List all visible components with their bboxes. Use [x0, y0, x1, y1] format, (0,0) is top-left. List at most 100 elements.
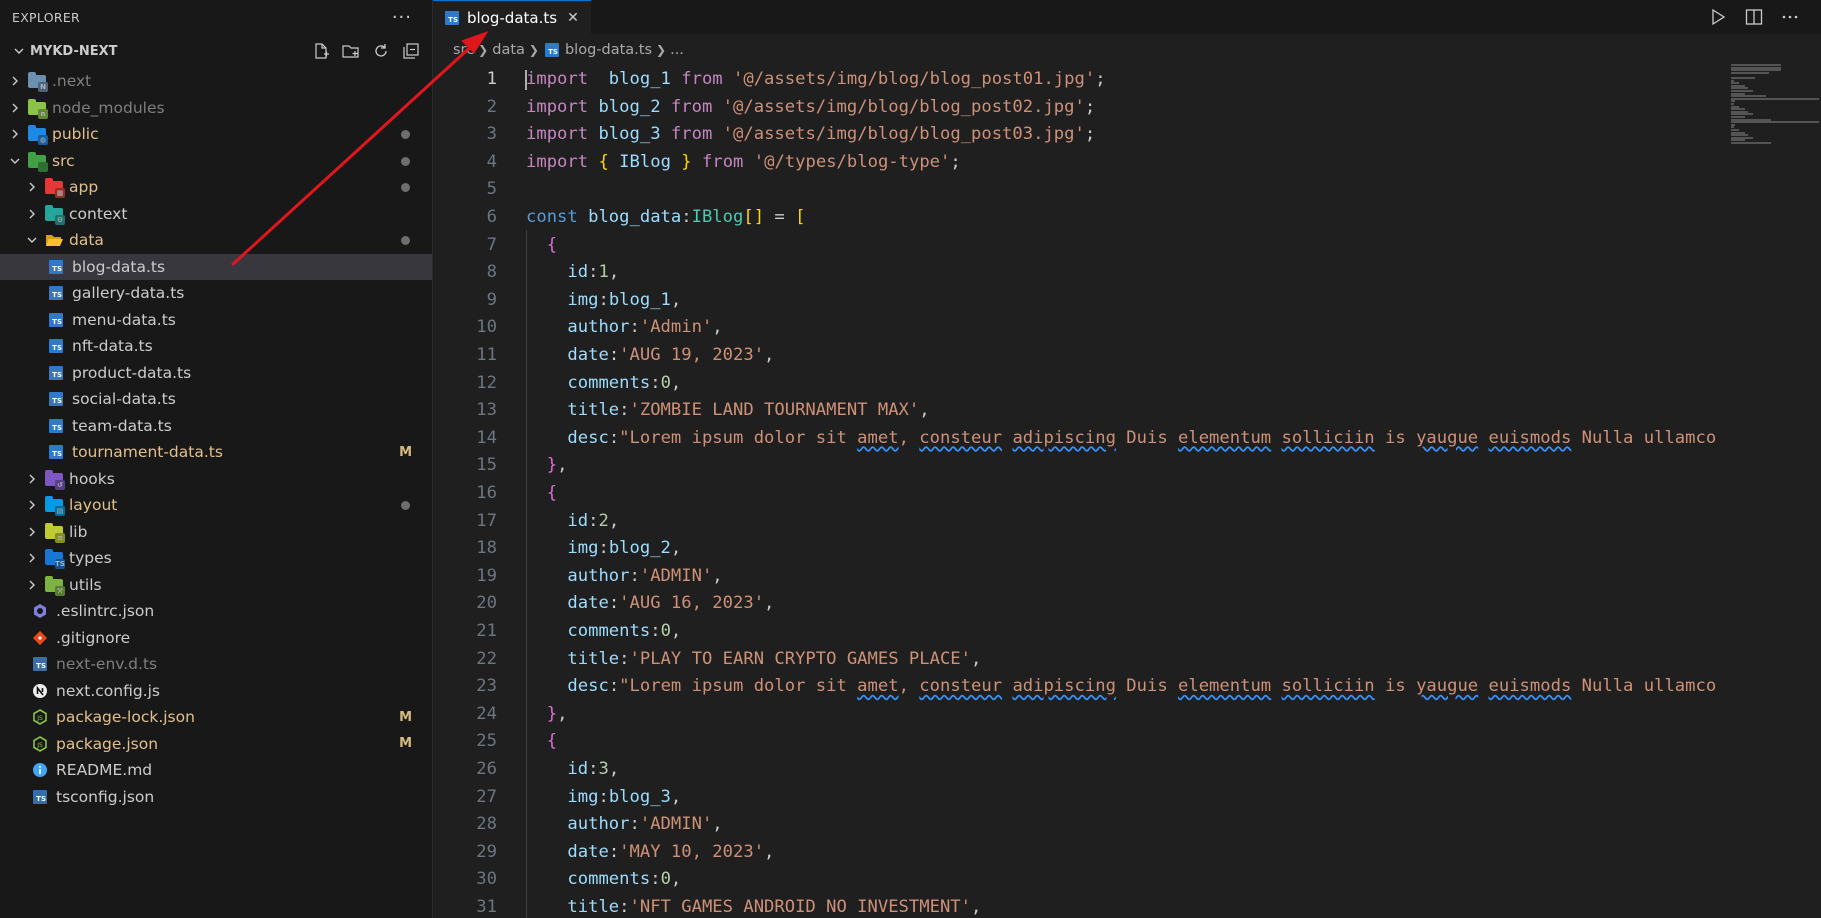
- breadcrumb-file[interactable]: blog-data.ts: [565, 42, 652, 58]
- chevron-right-icon: [8, 127, 22, 141]
- close-icon[interactable]: ✕: [567, 10, 579, 26]
- code-line[interactable]: desc:"Lorem ipsum dolor sit amet, conste…: [526, 673, 1718, 701]
- tree-item-label: tsconfig.json: [56, 787, 155, 806]
- file-product-data-ts[interactable]: TS product-data.ts: [0, 360, 432, 387]
- code-line[interactable]: },: [526, 701, 568, 729]
- typescript-file-icon: TS: [48, 391, 64, 407]
- code-editor[interactable]: 1 import blog_1 from '@/assets/img/blog/b…: [433, 64, 1718, 918]
- tree-item-label: nft-data.ts: [72, 337, 153, 356]
- modified-dot: [401, 130, 410, 139]
- explorer-title: EXPLORER: [12, 9, 81, 25]
- code-line[interactable]: author:'ADMIN',: [526, 563, 722, 591]
- folder-public[interactable]: ◍ public: [0, 121, 432, 148]
- line-number: 17: [476, 510, 497, 531]
- more-actions-icon[interactable]: [1781, 8, 1799, 26]
- file-readme-md[interactable]: README.md: [0, 757, 432, 784]
- file-next-env-d-ts[interactable]: TS next-env.d.ts: [0, 651, 432, 678]
- collapse-all-icon[interactable]: [402, 42, 420, 60]
- folder-layout[interactable]: ▤ layout: [0, 492, 432, 519]
- breadcrumb-src[interactable]: src: [453, 42, 474, 58]
- file-social-data-ts[interactable]: TS social-data.ts: [0, 386, 432, 413]
- split-editor-icon[interactable]: [1745, 8, 1763, 26]
- code-line[interactable]: id:1,: [526, 259, 619, 287]
- line-number: 24: [476, 703, 497, 724]
- file-tsconfig-json[interactable]: TS tsconfig.json: [0, 784, 432, 811]
- line-number: 7: [486, 234, 497, 255]
- more-actions-icon[interactable]: ···: [392, 7, 412, 28]
- typescript-file-icon: TS: [48, 418, 64, 434]
- file-nft-data-ts[interactable]: TS nft-data.ts: [0, 333, 432, 360]
- code-line[interactable]: title:'ZOMBIE LAND TOURNAMENT MAX',: [526, 397, 929, 425]
- tree-item-label: tournament-data.ts: [72, 443, 223, 462]
- code-line[interactable]: import blog_2 from '@/assets/img/blog/bl…: [526, 94, 1095, 122]
- folder-icon: ≡: [45, 522, 65, 543]
- run-icon[interactable]: [1709, 8, 1727, 26]
- new-file-icon[interactable]: [312, 42, 330, 60]
- refresh-icon[interactable]: [372, 42, 390, 60]
- folder-src[interactable]: src: [0, 148, 432, 175]
- file-tournament-data-ts[interactable]: TS tournament-data.ts M: [0, 439, 432, 466]
- chevron-right-icon: [25, 498, 39, 512]
- tree-item-label: types: [69, 549, 112, 568]
- code-line[interactable]: desc:"Lorem ipsum dolor sit amet, conste…: [526, 425, 1718, 453]
- folder-types[interactable]: TS types: [0, 545, 432, 572]
- minimap[interactable]: [1721, 64, 1821, 918]
- code-line[interactable]: img:blog_1,: [526, 287, 681, 315]
- file-menu-data-ts[interactable]: TS menu-data.ts: [0, 307, 432, 334]
- code-line[interactable]: import { IBlog } from '@/types/blog-type…: [526, 149, 961, 177]
- tree-item-label: .gitignore: [56, 628, 131, 647]
- line-number: 16: [476, 483, 497, 503]
- breadcrumb-ellipsis[interactable]: ...: [670, 42, 684, 58]
- folder-data[interactable]: data: [0, 227, 432, 254]
- file-blog-data-ts[interactable]: TS blog-data.ts: [0, 253, 432, 280]
- folder-hooks[interactable]: ↺ hooks: [0, 466, 432, 493]
- file-package-json[interactable]: JS package.json M: [0, 731, 432, 758]
- folder-app[interactable]: ▦ app: [0, 174, 432, 201]
- code-line[interactable]: {: [526, 728, 557, 756]
- code-line[interactable]: import blog_1 from '@/assets/img/blog/bl…: [526, 66, 1106, 94]
- folder-node-modules[interactable]: n node_modules: [0, 95, 432, 122]
- code-line[interactable]: id:2,: [526, 508, 619, 536]
- code-line[interactable]: date:'MAY 10, 2023',: [526, 839, 774, 867]
- code-line[interactable]: img:blog_3,: [526, 784, 681, 812]
- code-line[interactable]: img:blog_2,: [526, 535, 681, 563]
- project-root[interactable]: MYKD-NEXT: [0, 34, 432, 68]
- file-package-lock-json[interactable]: JS package-lock.json M: [0, 704, 432, 731]
- file-next-config-js[interactable]: next.config.js: [0, 678, 432, 705]
- folder-next[interactable]: N .next: [0, 68, 432, 95]
- code-line[interactable]: comments:0,: [526, 618, 681, 646]
- breadcrumb-data[interactable]: data: [492, 42, 525, 58]
- code-line[interactable]: comments:0,: [526, 370, 681, 398]
- code-line[interactable]: author:'ADMIN',: [526, 811, 722, 839]
- folder-utils[interactable]: ⚒ utils: [0, 572, 432, 599]
- tree-item-label: context: [69, 204, 128, 223]
- line-number: 10: [476, 317, 497, 338]
- chevron-right-icon: ❯: [478, 43, 489, 57]
- code-line[interactable]: {: [526, 232, 557, 260]
- tree-item-label: menu-data.ts: [72, 310, 176, 329]
- line-number: 21: [476, 621, 497, 641]
- code-line[interactable]: import blog_3 from '@/assets/img/blog/bl…: [526, 121, 1095, 149]
- tab-blog-data[interactable]: TS blog-data.ts ✕: [433, 0, 591, 34]
- code-line[interactable]: const blog_data:IBlog[] = [: [526, 204, 805, 232]
- new-folder-icon[interactable]: [342, 42, 360, 60]
- code-line[interactable]: id:3,: [526, 756, 619, 784]
- tree-item-label: README.md: [56, 761, 153, 780]
- folder-lib[interactable]: ≡ lib: [0, 519, 432, 546]
- folder-context[interactable]: ⚙ context: [0, 201, 432, 228]
- file-eslintrc-json[interactable]: .eslintrc.json: [0, 598, 432, 625]
- code-line[interactable]: title:'NFT GAMES ANDROID NO INVESTMENT',: [526, 894, 981, 918]
- code-line[interactable]: date:'AUG 19, 2023',: [526, 342, 774, 370]
- file-team-data-ts[interactable]: TS team-data.ts: [0, 413, 432, 440]
- file-gitignore[interactable]: .gitignore: [0, 625, 432, 652]
- minimap-line: [1731, 77, 1756, 79]
- code-line[interactable]: title:'PLAY TO EARN CRYPTO GAMES PLACE',: [526, 646, 981, 674]
- code-line[interactable]: },: [526, 452, 568, 480]
- code-line[interactable]: comments:0,: [526, 866, 681, 894]
- code-line[interactable]: author:'Admin',: [526, 314, 722, 342]
- code-line[interactable]: {: [526, 480, 557, 508]
- code-line[interactable]: date:'AUG 16, 2023',: [526, 590, 774, 618]
- typescript-file-icon: TS: [445, 10, 459, 25]
- file-gallery-data-ts[interactable]: TS gallery-data.ts: [0, 280, 432, 307]
- line-number: 2: [486, 96, 497, 117]
